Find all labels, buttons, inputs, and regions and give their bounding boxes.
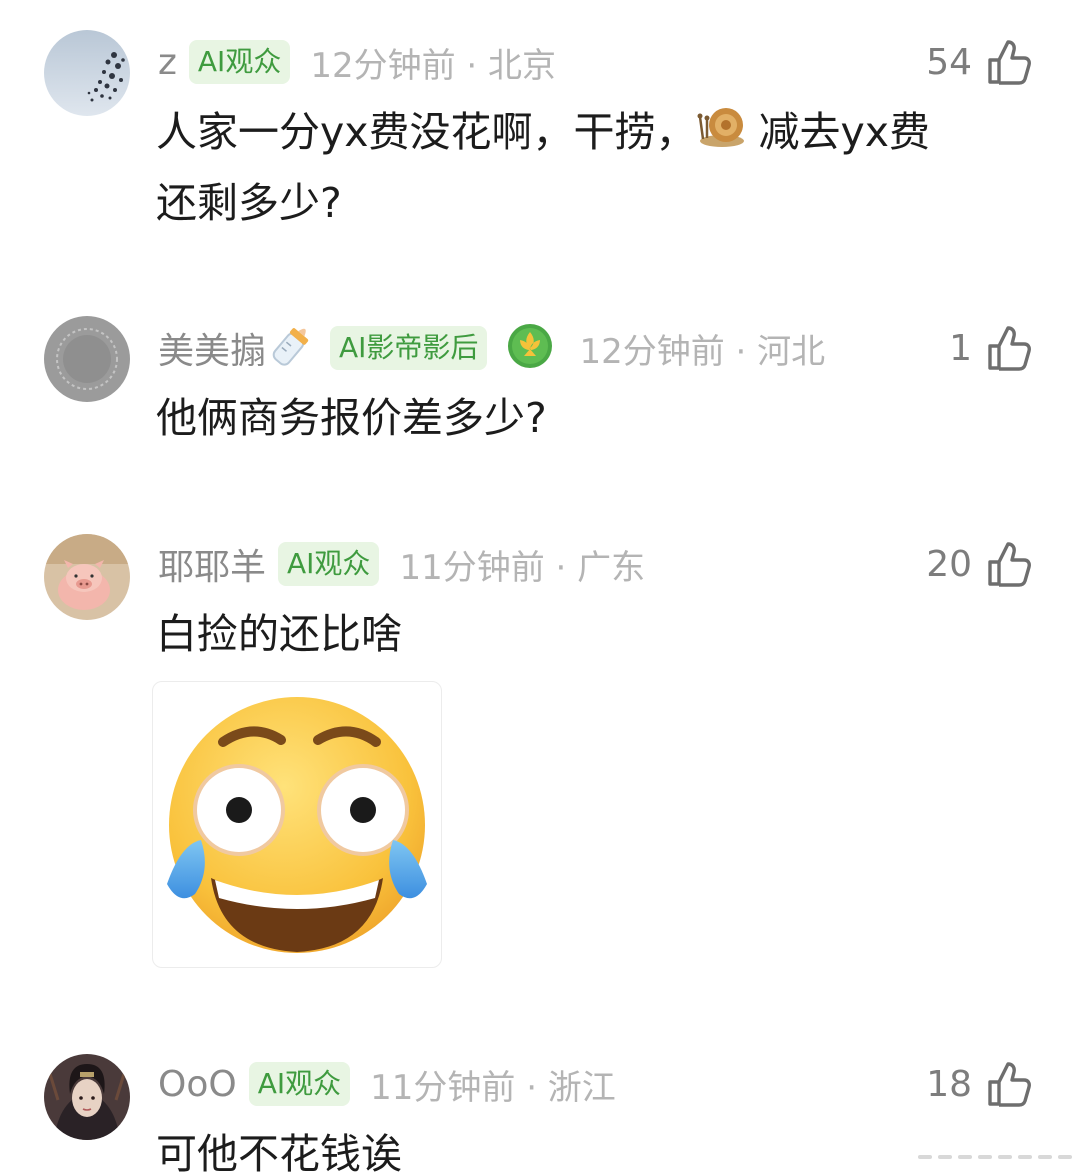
avatar[interactable] [44, 30, 130, 116]
comment-meta: 耶耶羊 AI观众 11分钟前 · 广东 [158, 536, 645, 592]
like-button[interactable]: 1 [949, 320, 1032, 376]
like-count: 1 [949, 327, 972, 369]
time-location: 11分钟前 · 浙江 [370, 1067, 616, 1108]
like-count: 54 [926, 41, 972, 83]
user-badge[interactable]: AI影帝影后 [330, 326, 488, 370]
thumbs-up-icon[interactable] [986, 38, 1032, 86]
snail-emoji-icon [697, 101, 747, 169]
comment-text: 他俩商务报价差多少? [156, 384, 1036, 452]
avatar[interactable] [44, 316, 130, 402]
comment-text-line: 减去yx费 [758, 108, 931, 156]
username[interactable]: OoO [158, 1064, 237, 1105]
avatar[interactable] [44, 1054, 130, 1140]
time-location: 11分钟前 · 广东 [399, 547, 646, 588]
laughing-crying-emoji-sticker[interactable] [152, 681, 442, 968]
comment-text: 白捡的还比啥 [156, 600, 1036, 668]
like-count: 18 [926, 1063, 972, 1105]
comment-text-line: 白捡的还比啥 [156, 610, 402, 658]
thumbs-up-icon[interactable] [986, 540, 1032, 588]
comment-text: 人家一分yx费没花啊，干捞， 减去yx费 还剩多少? [156, 98, 1036, 237]
username[interactable]: 耶耶羊 [158, 538, 266, 590]
scroll-indicator [918, 1155, 1072, 1159]
user-badge[interactable]: AI观众 [278, 542, 380, 586]
like-count: 20 [926, 543, 972, 585]
comment-meta: z AI观众 12分钟前 · 北京 [158, 34, 556, 90]
like-button[interactable]: 18 [926, 1056, 1032, 1112]
comment-text-line: 人家一分yx费没花啊，干捞， [156, 108, 697, 156]
user-badge[interactable]: AI观众 [248, 1062, 351, 1106]
thumbs-up-icon[interactable] [986, 1060, 1032, 1108]
like-button[interactable]: 20 [926, 536, 1032, 592]
comment-text-line: 还剩多少? [156, 179, 342, 227]
avatar[interactable] [44, 534, 130, 620]
comment-text-line: 可他不花钱诶 [156, 1130, 402, 1173]
thumbs-up-icon[interactable] [986, 324, 1032, 372]
comment-meta: OoO AI观众 11分钟前 · 浙江 [158, 1056, 616, 1112]
baby-bottle-icon [266, 320, 316, 376]
time-location: 12分钟前 · 北京 [310, 45, 557, 86]
username[interactable]: 美美搧 [158, 322, 266, 374]
comment-text-line: 他俩商务报价差多少? [156, 394, 547, 442]
comment-text: 可他不花钱诶 [156, 1120, 1036, 1173]
like-button[interactable]: 54 [926, 34, 1032, 90]
comment-meta: 美美搧 AI影帝影后 12分钟前 · 河北 [158, 320, 825, 376]
user-badge[interactable]: AI观众 [188, 40, 291, 84]
username[interactable]: z [158, 42, 177, 83]
green-flower-badge-icon [507, 323, 553, 373]
time-location: 12分钟前 · 河北 [579, 331, 826, 372]
